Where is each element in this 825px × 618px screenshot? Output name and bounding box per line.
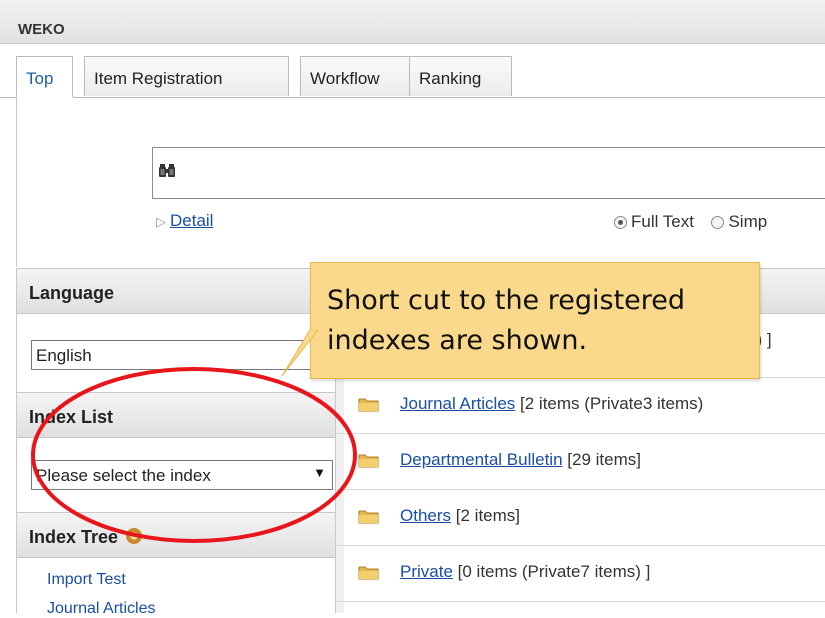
index-count: [0 items (Private7 items) ]	[457, 562, 651, 581]
folder-icon	[358, 564, 380, 585]
app-header: WEKO	[0, 0, 825, 44]
index-link[interactable]: Departmental Bulletin	[400, 450, 563, 469]
list-item[interactable]: Private [0 items (Private7 items) ]	[336, 546, 825, 602]
index-count: [29 items]	[567, 450, 641, 469]
search-input[interactable]	[152, 147, 825, 199]
binoculars-icon	[159, 162, 175, 183]
gear-icon[interactable]	[126, 528, 143, 544]
index-list-value: Please select the index	[36, 466, 211, 485]
detail-link[interactable]: Detail	[170, 211, 213, 230]
full-text-label: Full Text	[631, 212, 694, 231]
tab-item-registration[interactable]: Item Registration	[84, 56, 289, 96]
simple-radio[interactable]	[711, 216, 725, 230]
detail-search-toggle[interactable]: ▷ Detail	[156, 211, 213, 231]
index-link[interactable]: Journal Articles	[400, 394, 515, 413]
triangle-right-icon: ▷	[156, 214, 166, 229]
index-tree-title: Index Tree	[29, 527, 119, 547]
folder-icon	[358, 396, 380, 417]
callout-text: Short cut to the registered indexes are …	[327, 285, 686, 356]
language-value: English	[36, 346, 92, 365]
index-count: [2 items (Private3 items)	[520, 394, 704, 413]
tree-item-import-test[interactable]: Import Test	[47, 571, 126, 589]
folder-icon	[358, 452, 380, 473]
index-tree-heading: Index Tree	[17, 512, 335, 558]
index-link[interactable]: Others	[400, 506, 451, 525]
app-title: WEKO	[18, 21, 65, 38]
index-count: [2 items]	[455, 506, 521, 525]
tab-divider	[0, 97, 825, 98]
index-link[interactable]: Private	[400, 562, 453, 581]
full-text-radio[interactable]	[614, 216, 627, 230]
callout-pointer	[281, 330, 318, 377]
list-item[interactable]: Departmental Bulletin [29 items]	[336, 434, 825, 490]
tree-item-journal-articles[interactable]: Journal Articles	[47, 600, 156, 618]
sidebar: Language English Index List Please selec…	[16, 268, 336, 617]
simple-label: Simp	[728, 212, 768, 231]
index-list-heading: Index List	[17, 392, 335, 438]
dropdown-caret-icon: ▼	[313, 465, 326, 480]
annotation-callout: Short cut to the registered indexes are …	[310, 262, 760, 379]
list-item[interactable]: Journal Articles [2 items (Private3 item…	[336, 378, 825, 434]
tab-ranking[interactable]: Ranking	[409, 56, 512, 96]
tab-workflow[interactable]: Workflow	[300, 56, 417, 96]
search-mode-group: Full Text Simp	[614, 212, 767, 232]
index-list-select[interactable]: Please select the index ▼	[31, 460, 333, 490]
list-item[interactable]: Others [2 items]	[336, 490, 825, 546]
language-heading: Language	[17, 268, 335, 314]
folder-icon	[358, 508, 380, 529]
tab-top[interactable]: Top	[16, 56, 73, 98]
